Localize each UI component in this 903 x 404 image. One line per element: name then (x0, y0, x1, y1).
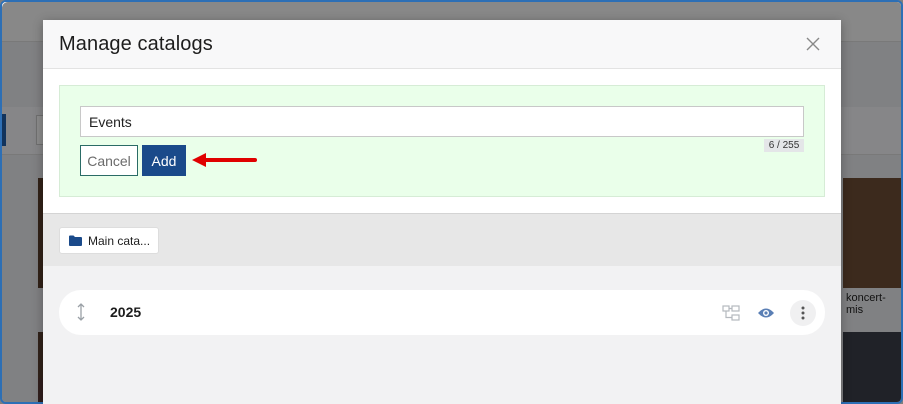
catalog-list: 2025 (43, 266, 841, 404)
folder-icon (69, 235, 82, 246)
drag-vertical-icon[interactable] (73, 302, 89, 322)
modal-header: Manage catalogs (43, 20, 841, 69)
close-icon[interactable] (801, 32, 825, 56)
add-catalog-form: 6 / 255 Cancel Add (59, 85, 825, 197)
tree-structure-icon[interactable] (720, 302, 742, 324)
cancel-button[interactable]: Cancel (80, 145, 138, 176)
character-counter: 6 / 255 (764, 139, 804, 152)
catalog-label: 2025 (110, 304, 142, 320)
more-vertical-icon[interactable] (790, 300, 816, 326)
breadcrumb-bar: Main cata... (43, 213, 841, 266)
breadcrumb-main-catalog[interactable]: Main cata... (59, 227, 159, 254)
add-button[interactable]: Add (142, 145, 186, 176)
annotation-arrow-icon (192, 153, 257, 167)
modal-title: Manage catalogs (59, 32, 213, 55)
manage-catalogs-modal: Manage catalogs 6 / 255 Cancel Add Main … (43, 20, 841, 404)
catalog-row[interactable]: 2025 (59, 290, 825, 335)
breadcrumb-label: Main cata... (88, 233, 151, 248)
eye-icon[interactable] (755, 302, 777, 324)
catalog-name-input[interactable] (80, 106, 804, 137)
